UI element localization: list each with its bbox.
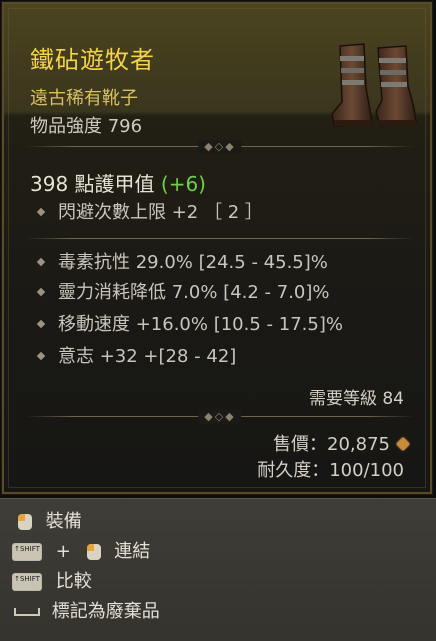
diamond-bullet-icon [36,207,46,217]
item-tooltip: 鐵砧遊牧者 遠古稀有靴子 物品強度 796 ◆◇◆ 398 點護甲值 (+6) … [1,1,433,495]
diamond-bullet-icon [36,351,46,361]
durability: 耐久度：100/100 [257,460,404,481]
diamond-bullet-icon [36,287,46,297]
action-mark-junk[interactable]: 標記為廢棄品 [12,601,160,623]
implicit-text: 閃避次數上限 +2 ［ 2 ］ [58,202,263,223]
plus-sign: + [55,541,71,562]
affix-row: 靈力消耗降低 7.0% [4.2 - 7.0]% [36,278,330,304]
item-header: 鐵砧遊牧者 遠古稀有靴子 物品強度 796 [4,4,430,137]
item-power: 物品強度 796 [30,116,143,137]
shift-key-icon: ↑SHIFT [12,543,42,561]
affix-text: 移動速度 +16.0% [10.5 - 17.5]% [58,314,343,335]
affix-text: 意志 +32 +[28 - 42] [58,346,237,367]
affix-text: 毒素抗性 29.0% [24.5 - 45.5]% [58,252,328,273]
shift-key-icon: ↑SHIFT [12,573,42,591]
action-equip-label: 裝備 [45,511,82,532]
diamond-bullet-icon [36,257,46,267]
action-link-label: 連結 [114,541,151,562]
diamond-bullet-icon [36,319,46,329]
spacebar-icon [14,608,40,616]
action-mark-junk-label: 標記為廢棄品 [51,601,160,622]
mouse-button-icon [86,544,101,560]
divider-line [26,232,414,246]
action-compare[interactable]: ↑SHIFT 比較 [12,571,92,593]
armor-value-text: 398 點護甲值 [30,172,155,196]
boots-icon [331,43,417,127]
item-rarity-type: 遠古稀有靴子 [30,88,138,109]
mouse-button-icon [18,514,32,530]
armor-bonus: (+6) [160,172,206,196]
affix-text: 靈力消耗降低 7.0% [4.2 - 7.0]% [58,282,330,303]
implicit-affix: 閃避次數上限 +2 ［ 2 ］ [36,198,263,224]
gold-coin-icon [395,436,411,452]
affix-row: 移動速度 +16.0% [10.5 - 17.5]% [36,310,343,336]
armor-value: 398 點護甲值 (+6) [30,168,206,197]
action-compare-label: 比較 [55,571,92,592]
divider-ornament: ◆◇◆ [26,410,414,424]
action-hints: 裝備 ↑SHIFT + 連結 ↑SHIFT 比較 標記為廢棄品 [0,498,436,641]
affix-row: 毒素抗性 29.0% [24.5 - 45.5]% [36,248,328,274]
divider-ornament: ◆◇◆ [26,140,414,154]
sell-price-text: 售價：20,875 [273,434,390,455]
sell-price: 售價：20,875 [273,430,411,456]
action-link[interactable]: ↑SHIFT + 連結 [12,541,150,563]
item-name: 鐵砧遊牧者 [30,46,155,74]
required-level: 需要等級 84 [308,389,404,409]
action-equip[interactable]: 裝備 [12,511,82,533]
affix-row: 意志 +32 +[28 - 42] [36,342,237,368]
